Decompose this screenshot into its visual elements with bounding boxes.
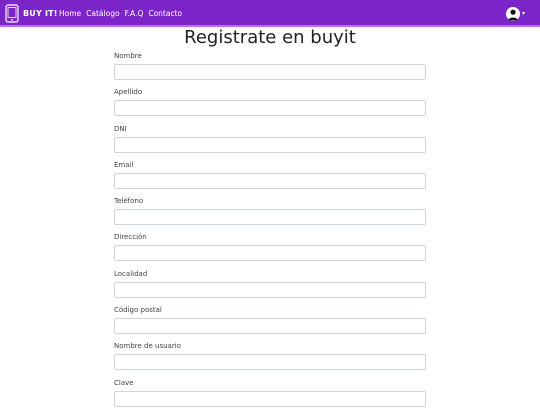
field-label: Apellido	[114, 88, 143, 97]
field-apellido: Apellido	[114, 86, 426, 122]
field-clave: Clave	[114, 377, 426, 413]
field-label: Localidad	[114, 269, 148, 278]
email-input[interactable]	[114, 172, 426, 189]
field-label: Dirección	[114, 233, 147, 242]
user-avatar-icon	[506, 7, 520, 21]
nav-link-home[interactable]: Home	[59, 9, 81, 18]
field-label: Teléfono	[114, 197, 144, 206]
nombre-input[interactable]	[114, 64, 426, 80]
localidad-input[interactable]	[114, 281, 426, 298]
field-codigo-postal: Código postal	[114, 304, 426, 340]
tablet-logo-icon	[5, 3, 19, 23]
field-nombre-de-usuario: Nombre de usuario	[114, 340, 426, 376]
field-label: Nombre	[114, 52, 142, 60]
field-email: Email	[114, 159, 426, 195]
field-localidad: Localidad	[114, 268, 426, 304]
user-menu-dropdown[interactable]: ▾	[506, 5, 525, 23]
field-label: Email	[114, 160, 134, 169]
field-telefono: Teléfono	[114, 195, 426, 231]
registration-form: Nombre Apellido DNI Email Teléfono Direc…	[114, 50, 426, 413]
username-input[interactable]	[114, 354, 426, 371]
field-nombre: Nombre	[114, 50, 426, 86]
field-direccion: Dirección	[114, 231, 426, 267]
telefono-input[interactable]	[114, 209, 426, 226]
codigo-postal-input[interactable]	[114, 318, 426, 335]
field-dni: DNI	[114, 123, 426, 159]
brand-name: BUY IT!	[23, 8, 58, 18]
apellido-input[interactable]	[114, 100, 426, 117]
nav-links: Home Catálogo F.A.Q Contacto	[59, 0, 187, 27]
password-input[interactable]	[114, 390, 426, 407]
dni-input[interactable]	[114, 136, 426, 153]
chevron-down-icon: ▾	[522, 10, 526, 17]
nav-link-catalogo[interactable]: Catálogo	[86, 9, 119, 18]
brand-logo-link[interactable]: BUY IT!	[5, 3, 58, 23]
page-title: Registrate en buyit	[184, 27, 356, 48]
field-label: Clave	[114, 378, 134, 387]
field-label: DNI	[114, 124, 127, 133]
nav-link-faq[interactable]: F.A.Q	[125, 9, 144, 18]
direccion-input[interactable]	[114, 245, 426, 262]
nav-link-contacto[interactable]: Contacto	[148, 9, 182, 18]
field-label: Código postal	[114, 306, 162, 315]
top-navbar: BUY IT! Home Catálogo F.A.Q Contacto ▾	[0, 0, 540, 27]
field-label: Nombre de usuario	[114, 342, 181, 351]
